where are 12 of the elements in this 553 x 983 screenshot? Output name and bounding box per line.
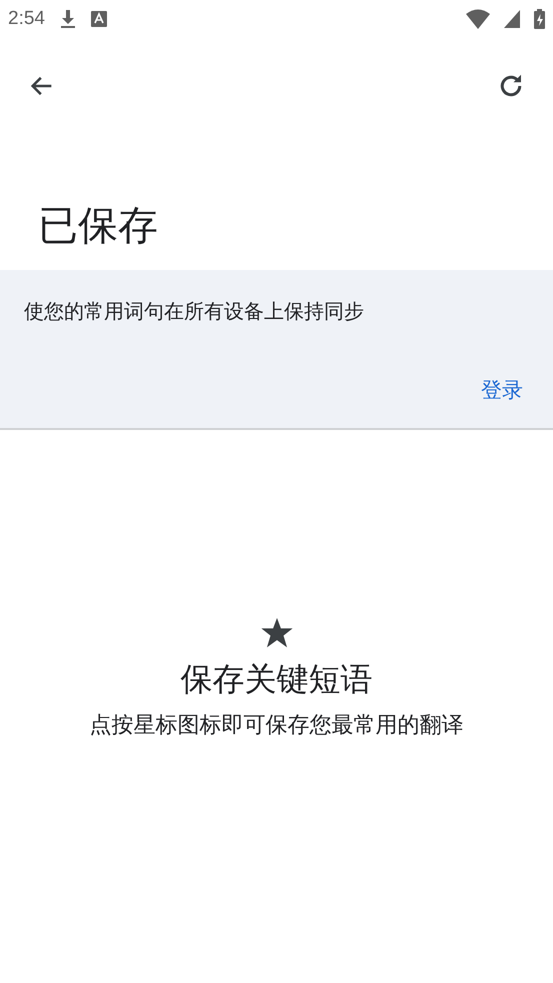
download-icon: [58, 9, 77, 29]
empty-state-title: 保存关键短语: [180, 659, 372, 700]
empty-state-description: 点按星标图标即可保存您最常用的翻译: [90, 712, 464, 740]
page-title: 已保存: [38, 204, 159, 248]
battery-icon: [534, 9, 545, 29]
wifi-icon: [466, 9, 490, 29]
sync-message: 使您的常用词句在所有设备上保持同步: [24, 298, 365, 325]
status-time: 2:54: [8, 8, 45, 30]
text-icon: [90, 11, 107, 27]
signal-icon: [504, 10, 520, 28]
star-icon: [260, 618, 292, 648]
sign-in-button[interactable]: 登录: [481, 376, 523, 404]
